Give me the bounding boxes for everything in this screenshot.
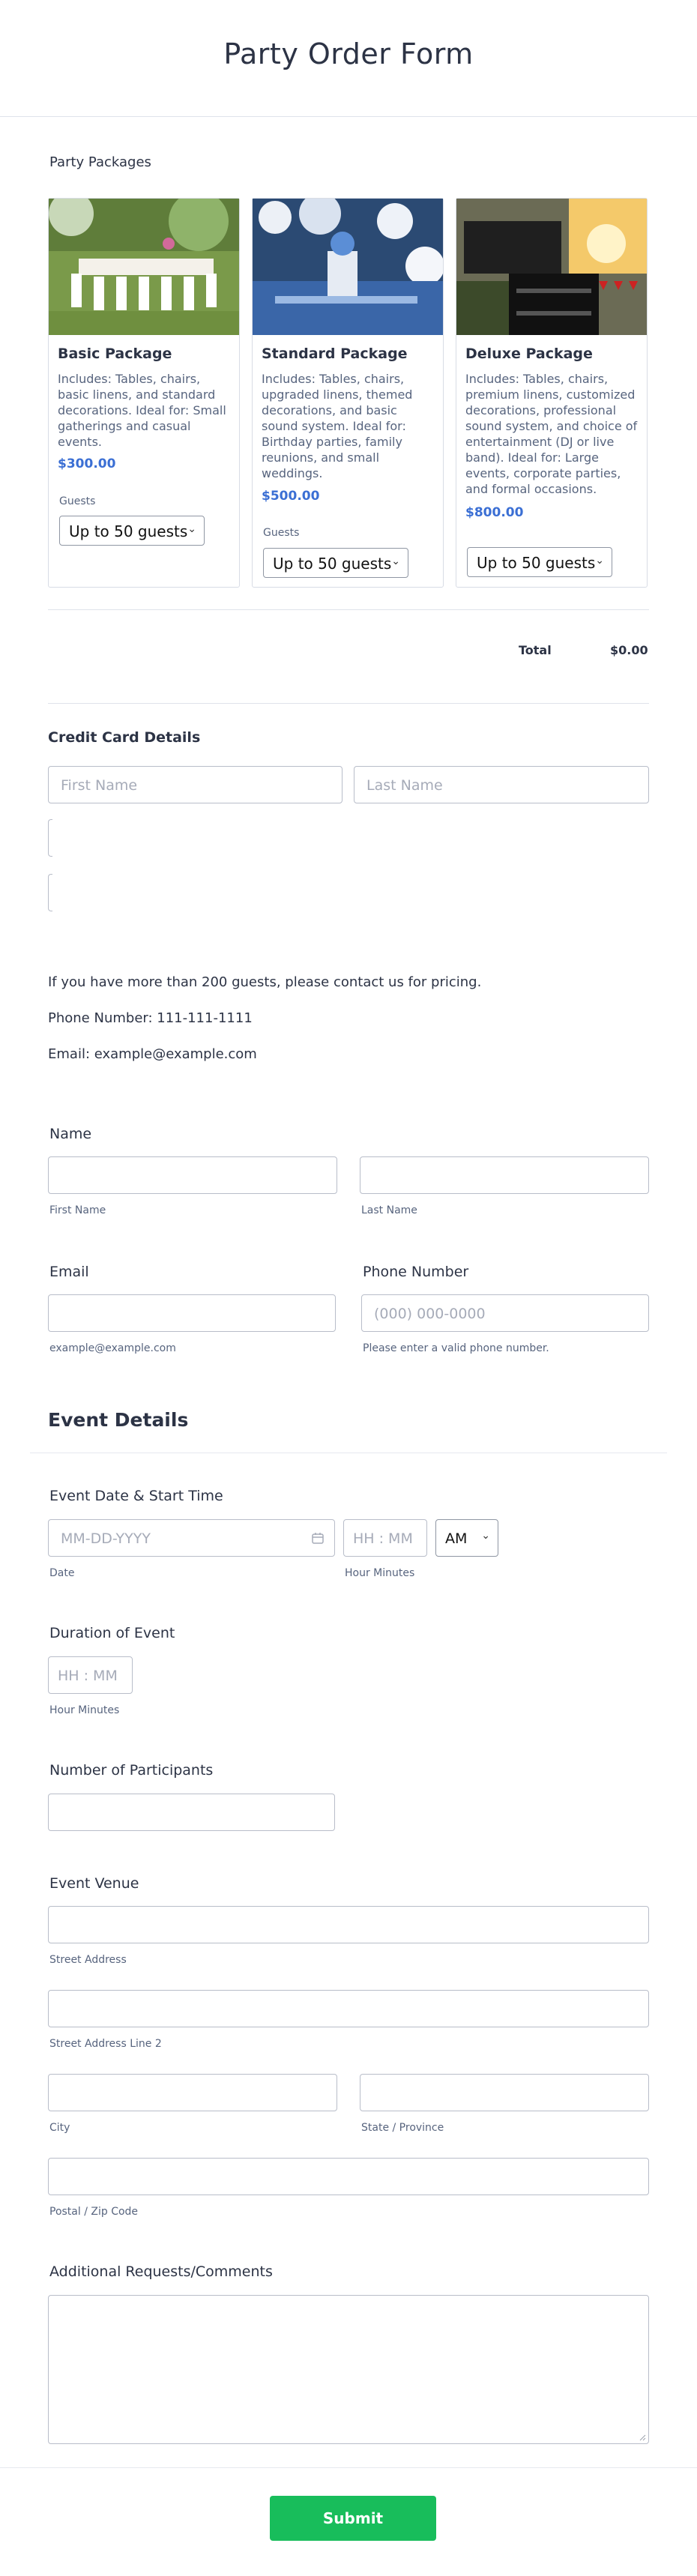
placeholder: HH : MM [58, 1668, 118, 1684]
info-text-phone: Phone Number: 111-111-1111 [48, 1010, 253, 1026]
submit-button[interactable]: Submit [270, 2496, 436, 2541]
duration-sublabel: Hour Minutes [49, 1704, 120, 1716]
card-first-name-input[interactable]: First Name [48, 766, 343, 803]
guests-label: Guests [263, 527, 300, 539]
city-input[interactable] [48, 2074, 337, 2111]
credit-card-heading: Credit Card Details [48, 729, 201, 746]
calendar-icon[interactable] [312, 1532, 324, 1544]
street-address-input[interactable] [48, 1906, 649, 1943]
duration-input[interactable]: HH : MM [48, 1656, 133, 1694]
guests-select-value: Up to 50 guests [69, 522, 188, 540]
ampm-select[interactable]: AM ⌄ [435, 1519, 498, 1557]
package-name: Standard Package [262, 346, 408, 362]
time-sublabel: Hour Minutes [345, 1567, 415, 1579]
package-image-deluxe [456, 199, 647, 335]
last-name-input[interactable] [360, 1156, 649, 1194]
comments-textarea[interactable] [48, 2295, 649, 2444]
package-description: Includes: Tables, chairs, basic linens, … [58, 372, 226, 449]
chevron-down-icon: ⌄ [187, 523, 196, 535]
city-sublabel: City [49, 2122, 70, 2134]
package-price: $800.00 [465, 505, 524, 520]
guests-select[interactable]: Up to 50 guests ⌄ [263, 548, 408, 578]
package-image-basic [49, 199, 239, 335]
total-value: $0.00 [610, 643, 648, 657]
placeholder: First Name [61, 777, 138, 794]
name-label: Name [49, 1126, 92, 1142]
resize-handle-icon[interactable] [639, 2434, 646, 2441]
card-number-input[interactable] [48, 819, 52, 857]
state-sublabel: State / Province [361, 2122, 444, 2134]
state-input[interactable] [360, 2074, 649, 2111]
chevron-down-icon: ⌄ [481, 1530, 490, 1542]
card-last-name-input[interactable]: Last Name [354, 766, 649, 803]
chevron-down-icon: ⌄ [391, 555, 400, 567]
guests-select-value: Up to 50 guests [477, 554, 596, 572]
placeholder: MM-DD-YYYY [61, 1530, 151, 1547]
phone-input[interactable]: (000) 000-0000 [361, 1294, 649, 1332]
divider [48, 609, 649, 610]
ampm-value: AM [445, 1530, 468, 1547]
card-details-input[interactable] [48, 874, 52, 911]
package-description: Includes: Tables, chairs, premium linens… [465, 372, 638, 496]
guests-select[interactable]: Up to 50 guests ⌄ [467, 547, 612, 577]
packages-label: Party Packages [49, 154, 151, 170]
placeholder: (000) 000-0000 [374, 1306, 486, 1322]
street-address-sublabel: Street Address [49, 1954, 127, 1966]
package-image-standard [253, 199, 443, 335]
package-card-standard[interactable]: Standard Package Includes: Tables, chair… [252, 198, 444, 588]
date-sublabel: Date [49, 1567, 75, 1579]
participants-input[interactable] [48, 1794, 335, 1831]
first-name-input[interactable] [48, 1156, 337, 1194]
placeholder: HH : MM [353, 1530, 413, 1547]
info-text-guests: If you have more than 200 guests, please… [48, 974, 482, 990]
phone-label: Phone Number [363, 1264, 469, 1280]
event-details-heading: Event Details [48, 1409, 189, 1431]
zip-input[interactable] [48, 2158, 649, 2195]
chevron-down-icon: ⌄ [595, 555, 604, 567]
placeholder: Last Name [366, 777, 443, 794]
event-date-input[interactable]: MM-DD-YYYY [48, 1519, 335, 1557]
total-label: Total [519, 643, 552, 657]
street-address-2-input[interactable] [48, 1990, 649, 2027]
guests-select[interactable]: Up to 50 guests ⌄ [59, 516, 205, 546]
package-card-basic[interactable]: Basic Package Includes: Tables, chairs, … [48, 198, 240, 588]
first-name-sublabel: First Name [49, 1204, 106, 1216]
info-text-email: Email: example@example.com [48, 1046, 257, 1062]
zip-sublabel: Postal / Zip Code [49, 2206, 139, 2218]
email-sublabel: example@example.com [49, 1342, 176, 1354]
venue-label: Event Venue [49, 1875, 139, 1892]
form-header: Party Order Form [0, 0, 697, 117]
divider [48, 703, 649, 704]
package-price: $300.00 [58, 456, 116, 471]
participants-label: Number of Participants [49, 1762, 214, 1779]
guests-label: Guests [59, 495, 96, 507]
divider [0, 2467, 697, 2468]
form-title: Party Order Form [223, 37, 474, 70]
comments-label: Additional Requests/Comments [49, 2263, 273, 2280]
package-price: $500.00 [262, 489, 320, 504]
duration-label: Duration of Event [49, 1625, 175, 1641]
package-name: Deluxe Package [465, 346, 593, 362]
phone-sublabel: Please enter a valid phone number. [363, 1342, 549, 1354]
street-address-2-sublabel: Street Address Line 2 [49, 2038, 162, 2050]
package-description: Includes: Tables, chairs, upgraded linen… [262, 372, 413, 480]
guests-select-value: Up to 50 guests [273, 555, 392, 573]
package-card-deluxe[interactable]: Deluxe Package Includes: Tables, chairs,… [456, 198, 648, 588]
last-name-sublabel: Last Name [361, 1204, 417, 1216]
package-name: Basic Package [58, 346, 172, 362]
start-time-input[interactable]: HH : MM [343, 1519, 427, 1557]
email-input[interactable] [48, 1294, 336, 1332]
email-label: Email [49, 1264, 89, 1280]
event-date-label: Event Date & Start Time [49, 1488, 223, 1504]
